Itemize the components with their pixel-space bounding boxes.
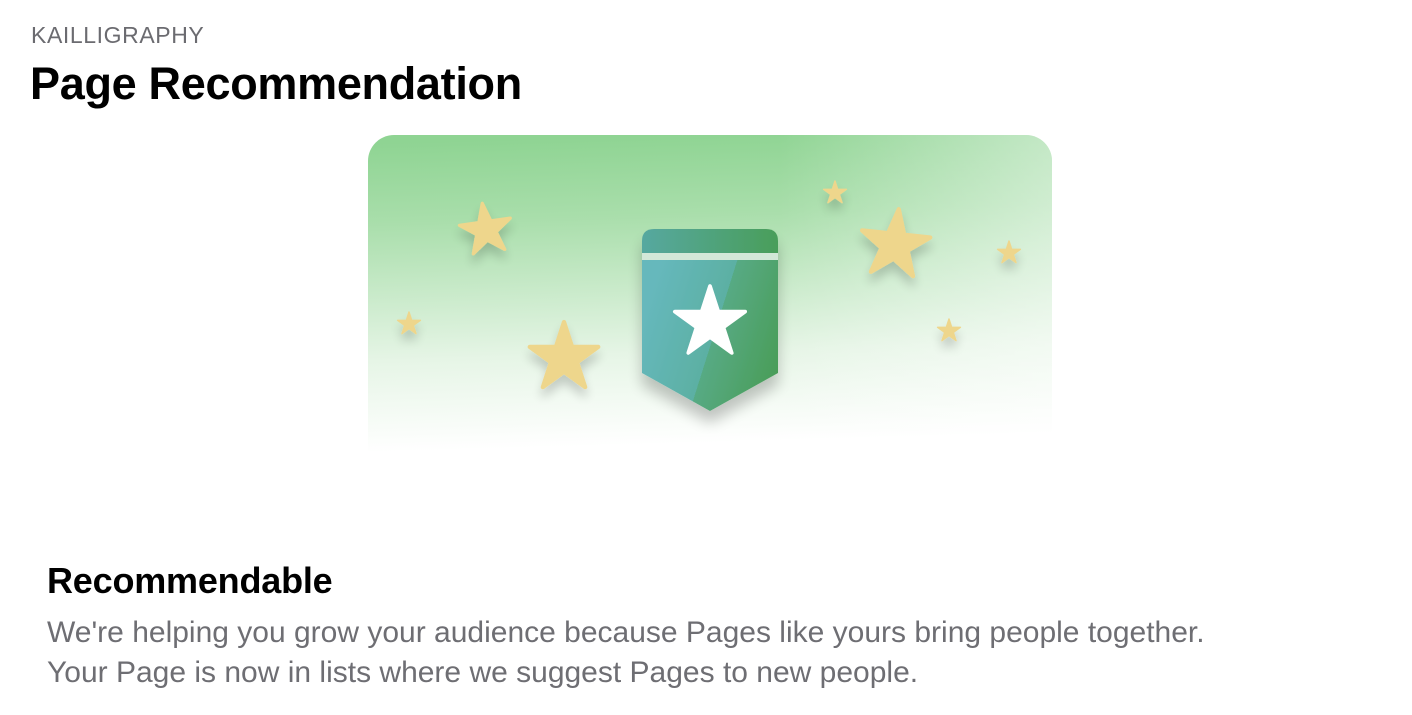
page-eyebrow: KAILLIGRAPHY	[31, 22, 205, 48]
description-line: Your Page is now in lists where we sugge…	[47, 656, 919, 689]
page-title: Page Recommendation	[30, 58, 522, 109]
section-heading: Recommendable	[47, 560, 333, 601]
description: We're helping you grow your audience bec…	[47, 613, 1387, 693]
recommendation-illustration	[368, 135, 1052, 530]
recommendation-badge-star-icon	[642, 229, 778, 411]
description-line: We're helping you grow your audience bec…	[47, 616, 1205, 649]
